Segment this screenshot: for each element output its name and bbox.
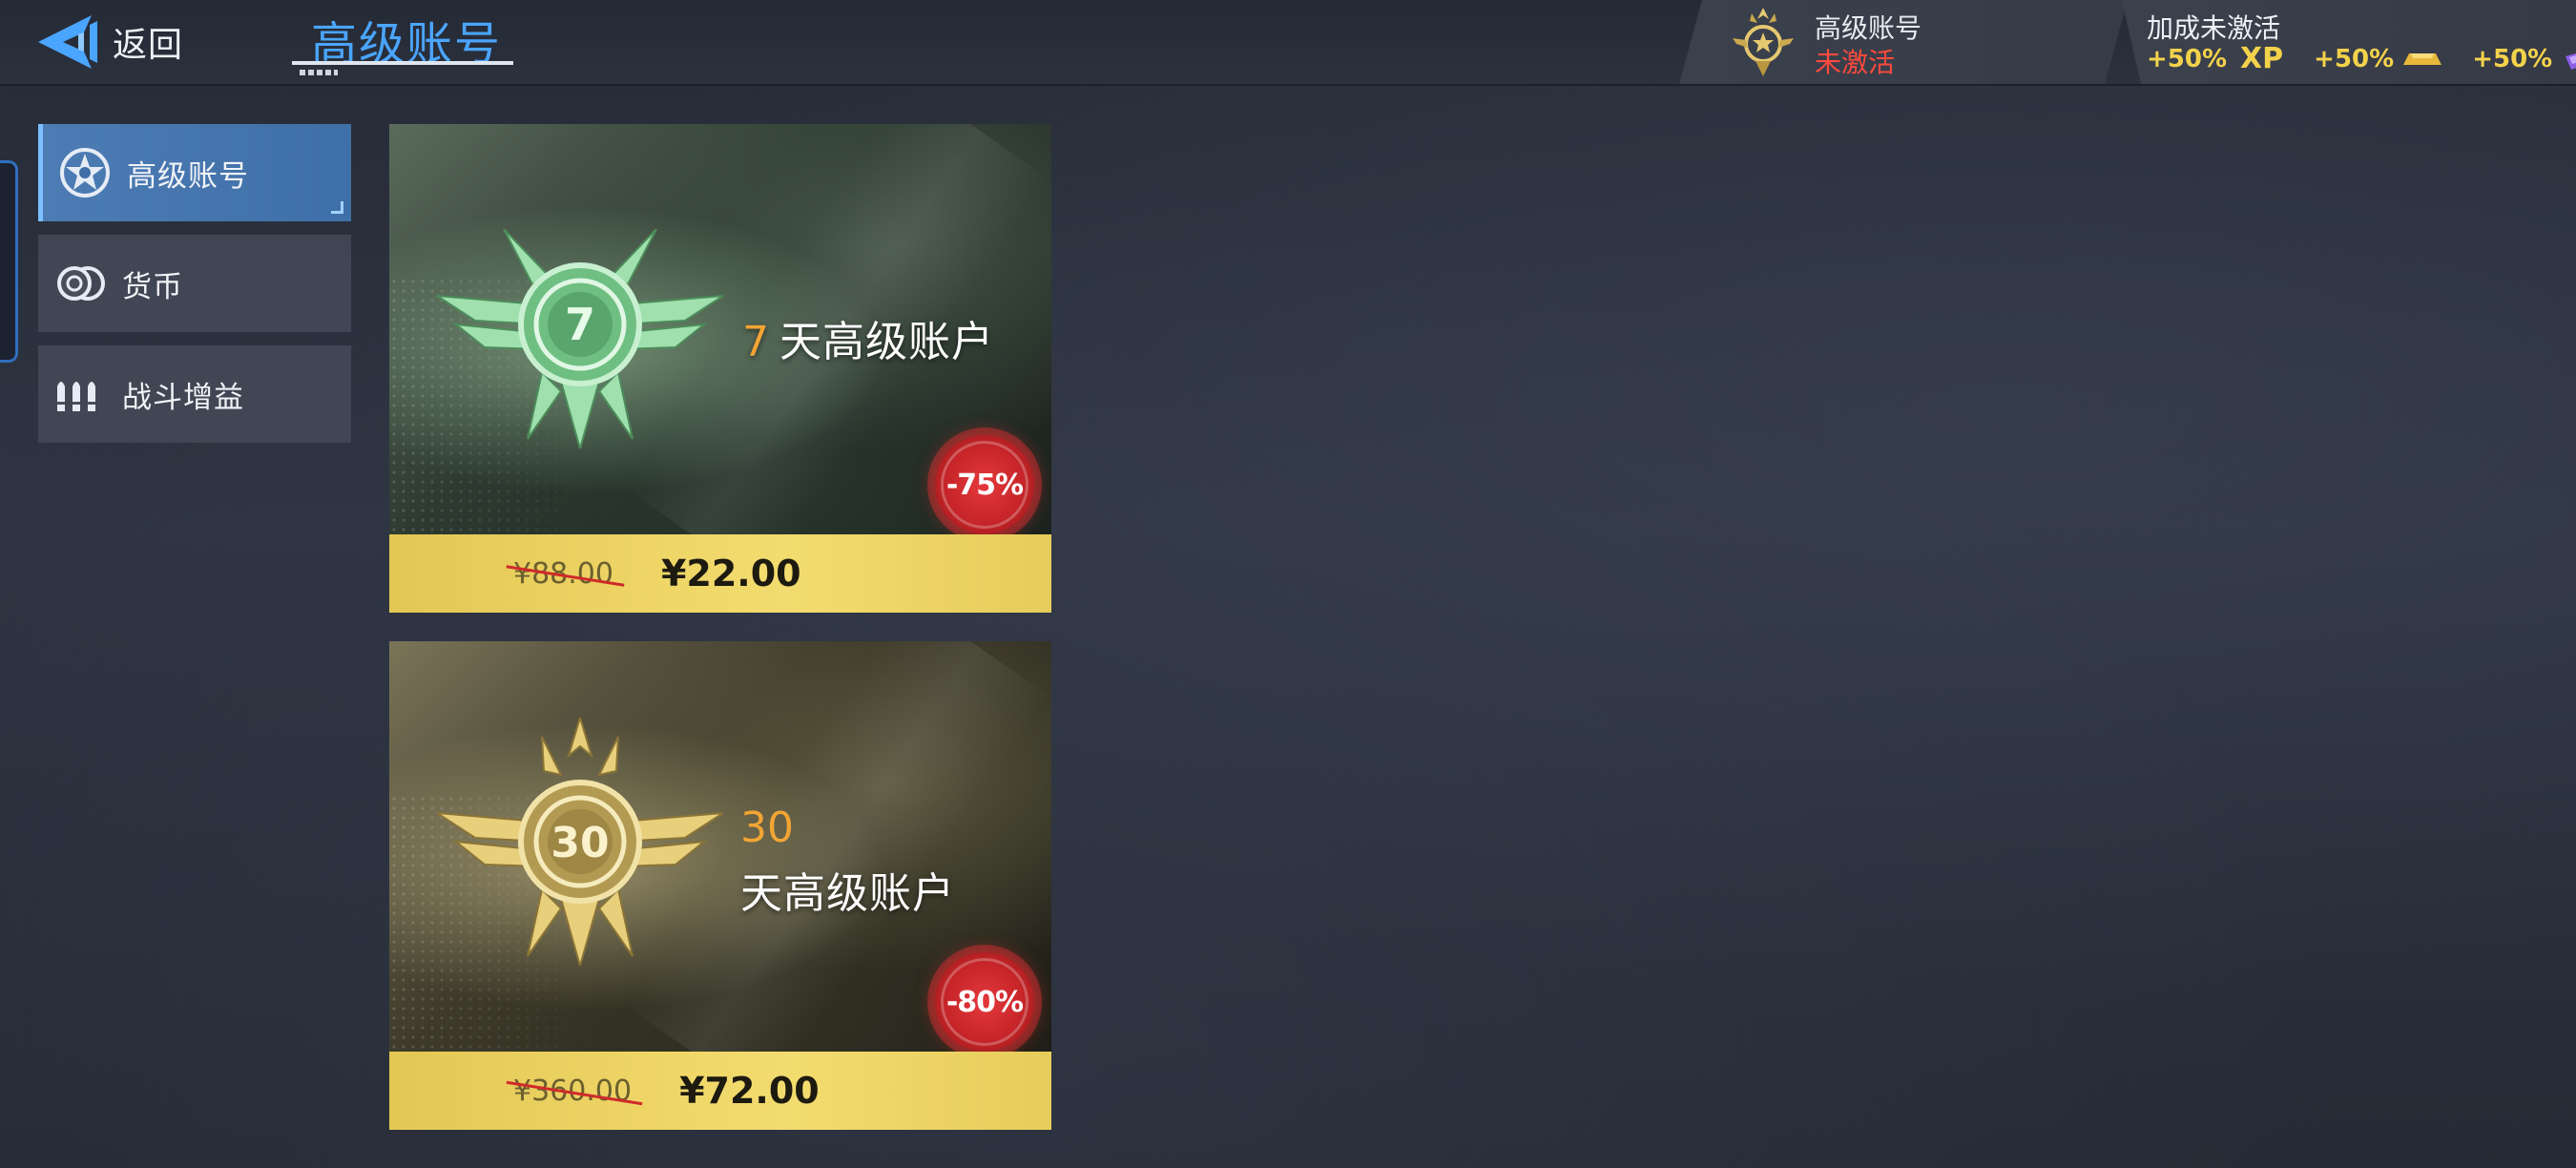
discount-badge: -80% — [935, 952, 1034, 1052]
offer-card-art: 7 7 天高级账户 -75% — [389, 124, 1051, 587]
current-price: ¥72.00 — [679, 1070, 820, 1112]
title-underline-mark — [300, 70, 338, 75]
gold-bonus-value: +50% — [2314, 44, 2395, 73]
bonus-panel[interactable]: 加成未激活 +50% XP +50% +50% — [2122, 0, 2576, 84]
discount-badge: -75% — [935, 435, 1034, 534]
premium-star-icon — [60, 148, 110, 198]
offer-card-art: 30 30 天高级账户 -80% — [389, 641, 1051, 1104]
premium-emblem-icon — [1727, 6, 1799, 78]
offer-label: 天高级账户 — [740, 869, 955, 918]
ammo-icon — [57, 382, 95, 411]
discount-ring — [941, 441, 1028, 529]
old-price: ¥88.00 — [513, 556, 613, 591]
ticket-icon — [2566, 48, 2576, 70]
premium-status-panel[interactable]: 高级账号 未激活 — [1679, 0, 2128, 84]
sidebar-item-label: 战斗增益 — [122, 380, 244, 415]
sidebar: 高级账号 货币 战斗增益 — [38, 124, 351, 456]
xp-label: XP — [2240, 42, 2284, 75]
premium-7-days-emblem-icon: 7 — [437, 229, 723, 448]
back-arrow-icon — [38, 15, 97, 69]
gold-bar-icon — [2403, 52, 2442, 65]
side-drawer-handle[interactable] — [0, 160, 18, 363]
sidebar-item-label: 货币 — [122, 269, 183, 304]
svg-text:30: 30 — [551, 819, 609, 867]
price-bar[interactable]: ¥88.00 ¥22.00 — [389, 534, 1051, 613]
bonus-row: +50% XP +50% +50% — [2147, 42, 2576, 75]
ticket-bonus-value: +50% — [2472, 44, 2553, 73]
back-label: 返回 — [113, 26, 184, 65]
sidebar-item-label: 高级账号 — [127, 158, 249, 194]
premium-30-days-emblem-icon: 30 — [437, 718, 723, 966]
premium-status-state: 未激活 — [1815, 47, 1896, 78]
offer-days: 30 — [740, 803, 794, 852]
sidebar-item-currency[interactable]: 货币 — [38, 235, 351, 332]
offer-card-30-days[interactable]: 30 30 天高级账户 -80% ¥360.00 ¥72.00 — [389, 641, 1051, 1130]
bonus-title: 加成未激活 — [2147, 12, 2281, 44]
svg-text:7: 7 — [565, 299, 595, 350]
offer-label: 天高级账户 — [779, 318, 994, 366]
discount-ring — [941, 958, 1028, 1046]
offer-card-7-days[interactable]: 7 7 天高级账户 -75% ¥88.00 ¥22.00 — [389, 124, 1051, 613]
xp-bonus-value: +50% — [2147, 44, 2228, 73]
sidebar-item-premium[interactable]: 高级账号 — [38, 124, 351, 221]
current-price: ¥22.00 — [660, 553, 801, 594]
back-button[interactable]: 返回 — [34, 11, 197, 73]
sidebar-item-combat-boosts[interactable]: 战斗增益 — [38, 345, 351, 443]
top-bar: 返回 高级账号 高级账号 未激活 加成未激活 +50% XP +50% +50% — [0, 0, 2576, 86]
title-underline — [292, 61, 513, 65]
price-bar[interactable]: ¥360.00 ¥72.00 — [389, 1052, 1051, 1130]
old-price: ¥360.00 — [513, 1074, 633, 1108]
offer-days: 7 — [742, 318, 770, 366]
offer-title: 7 天高级账户 — [742, 307, 994, 368]
coins-icon — [57, 266, 105, 301]
premium-status-title: 高级账号 — [1815, 12, 1922, 44]
